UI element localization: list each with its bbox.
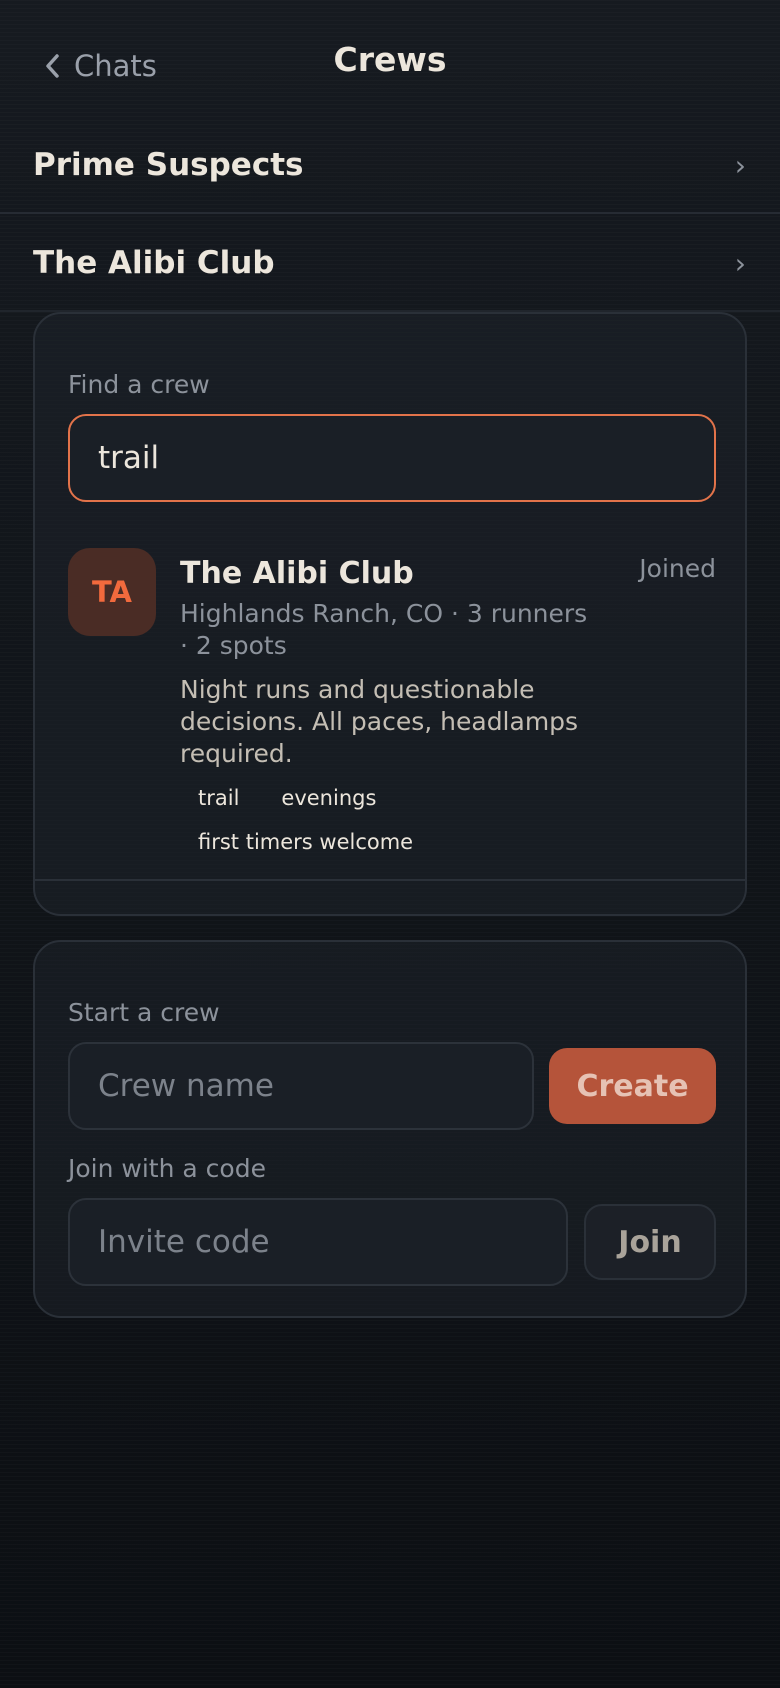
tag: first timers welcome xyxy=(198,830,414,854)
crew-row-prime-suspects[interactable]: Prime Suspects › xyxy=(0,118,780,214)
invite-code-field[interactable] xyxy=(68,1198,568,1286)
search-input[interactable] xyxy=(68,414,716,502)
crew-row-name: The Alibi Club xyxy=(33,245,275,281)
start-crew-card: Start a crew Create Join with a code Joi… xyxy=(33,940,747,1318)
divider xyxy=(35,879,745,881)
result-description: Night runs and questionable decisions. A… xyxy=(180,675,579,768)
join-button[interactable]: Join xyxy=(584,1204,716,1280)
crew-name-field[interactable] xyxy=(68,1042,534,1130)
create-button[interactable]: Create xyxy=(549,1048,716,1124)
crews-screen: Chats Crews Prime Suspects › The Alibi C… xyxy=(0,0,780,1688)
tag-list: trail evenings first timers welcome xyxy=(180,780,600,860)
tag: evenings xyxy=(281,786,377,810)
page-title: Crews xyxy=(333,40,447,79)
tag: trail xyxy=(198,786,240,810)
chevron-right-icon: › xyxy=(734,148,746,182)
find-crew-label: Find a crew xyxy=(68,370,210,399)
joined-status: Joined xyxy=(639,554,716,583)
header: Chats Crews xyxy=(0,0,780,120)
crew-row-the-alibi-club[interactable]: The Alibi Club › xyxy=(0,216,780,312)
find-crew-card: Find a crew TA The Alibi Club Joined Hig… xyxy=(33,312,747,916)
avatar: TA xyxy=(68,548,156,636)
crew-row-name: Prime Suspects xyxy=(33,147,304,183)
join-code-label: Join with a code xyxy=(68,1154,266,1183)
chevron-right-icon: › xyxy=(734,246,746,280)
search-result-item[interactable]: TA The Alibi Club Joined Highlands Ranch… xyxy=(68,548,716,878)
start-crew-label: Start a crew xyxy=(68,998,220,1027)
result-name: The Alibi Club xyxy=(180,556,414,591)
result-meta: Highlands Ranch, CO · 3 runners · 2 spot… xyxy=(180,599,588,660)
